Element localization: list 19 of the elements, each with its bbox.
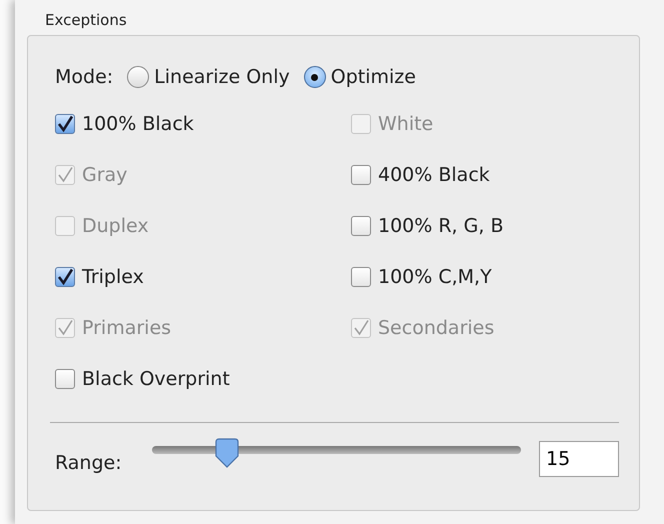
checkbox[interactable]: 100% C,M,Y	[351, 263, 619, 290]
radio-option[interactable]: Linearize Only	[127, 66, 290, 88]
mode-label: Mode:	[55, 66, 114, 88]
checkmark-icon	[352, 318, 370, 336]
checkbox[interactable]: 100% R, G, B	[351, 212, 619, 239]
checkmark-icon	[56, 166, 74, 184]
range-label: Range:	[55, 452, 123, 474]
checkbox[interactable]: Triplex	[55, 263, 351, 290]
slider-thumb[interactable]	[214, 438, 240, 468]
radio-option[interactable]: Optimize	[304, 66, 416, 88]
checkbox[interactable]: 100% Black	[55, 110, 351, 137]
checkbox[interactable]: Black Overprint	[55, 365, 351, 392]
checkmark-icon	[56, 114, 74, 132]
checkbox[interactable]: 400% Black	[351, 161, 619, 188]
checkmark-icon	[56, 268, 74, 286]
range-value-field[interactable]: 15	[539, 441, 619, 477]
group-title: Exceptions	[44, 11, 127, 29]
checkmark-icon	[56, 318, 74, 336]
range-slider[interactable]	[152, 438, 521, 468]
